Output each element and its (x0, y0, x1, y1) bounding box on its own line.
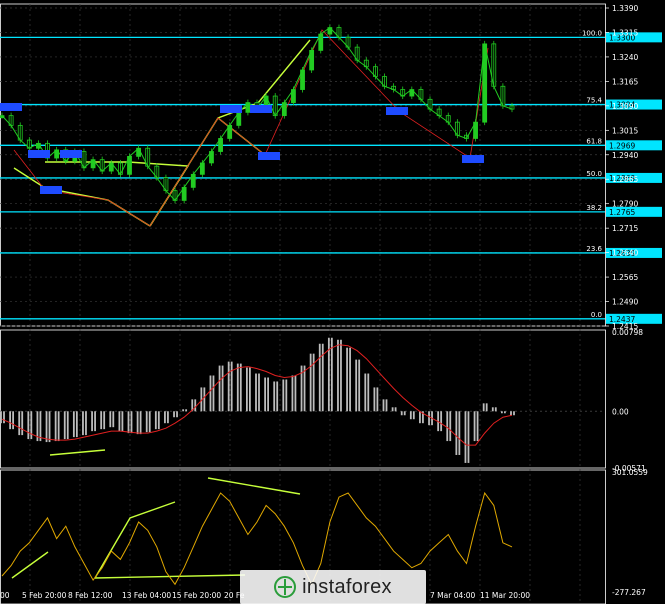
time-tick-label: 7 Mar 04:00 (430, 591, 476, 600)
time-tick-label: 00 (0, 591, 10, 600)
pivot-marker (220, 105, 242, 113)
price-tick-label: 1.3015 (612, 126, 638, 135)
time-tick-label: 11 Mar 20:00 (480, 591, 530, 600)
time-tick-label: 5 Feb 20:00 (22, 591, 67, 600)
fib-price-label: 1.2969 (609, 141, 635, 150)
price-tick-label: 1.2715 (612, 224, 638, 233)
instaforex-logo-icon (274, 576, 297, 598)
logo-text: instaforex (302, 575, 392, 598)
pivot-marker (386, 107, 408, 115)
pivot-marker (28, 150, 50, 158)
pivot-marker (40, 186, 62, 194)
price-tick-label: 1.3315 (612, 28, 638, 37)
pivot-marker (258, 152, 280, 160)
fib-level-label: 23.6 (586, 245, 602, 253)
price-tick-label: 1.2865 (612, 175, 638, 184)
pivot-marker (462, 155, 484, 163)
cci-scale-label: 301.0559 (612, 468, 648, 477)
cci-scale-label: -277.267 (612, 588, 646, 597)
price-tick-label: 1.3390 (612, 4, 638, 13)
instaforex-logo: instaforex (240, 570, 426, 604)
macd-scale-label: 0.00 (612, 407, 629, 416)
fib-level-label: 50.0 (586, 170, 602, 178)
time-tick-label: 15 Feb 20:00 (172, 591, 221, 600)
price-tick-label: 1.2490 (612, 298, 638, 307)
pivot-marker (0, 103, 22, 111)
fib-level-label: 75.4 (586, 97, 602, 105)
fib-level-label: 61.8 (586, 137, 602, 145)
time-tick-label: 8 Feb 12:00 (68, 591, 113, 600)
price-tick-label: 1.3240 (612, 53, 638, 62)
price-tick-label: 1.2640 (612, 249, 638, 258)
price-tick-label: 1.2565 (612, 273, 638, 282)
price-tick-label: 1.3090 (612, 102, 638, 111)
macd-scale-label: 0.00798 (612, 328, 643, 337)
time-tick-label: 13 Feb 04:00 (122, 591, 171, 600)
price-tick-label: 1.2940 (612, 151, 638, 160)
fib-level-label: 100.0 (582, 29, 602, 37)
pivot-marker (60, 150, 82, 158)
fib-level-label: 38.2 (586, 204, 602, 212)
fib-level-label: 0.0 (591, 311, 602, 319)
pivot-marker (250, 105, 272, 113)
price-tick-label: 1.3165 (612, 77, 638, 86)
fib-price-label: 1.2765 (609, 208, 635, 217)
price-tick-label: 1.2790 (612, 200, 638, 209)
chart-canvas: 100.0 1.330075.4 1.309461.8 1.296950.0 1.286… (0, 0, 665, 604)
